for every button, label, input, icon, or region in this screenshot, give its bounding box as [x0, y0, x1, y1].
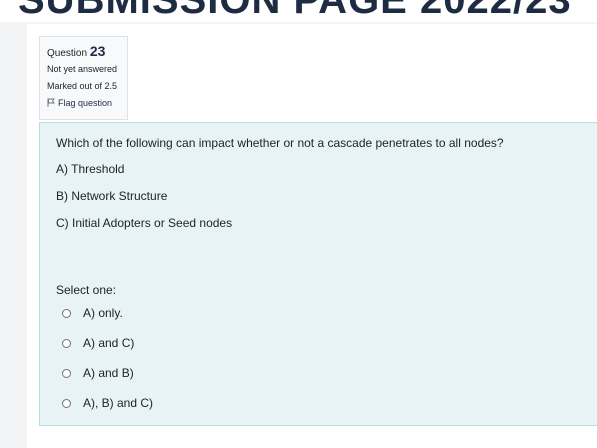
statement-a: A) Threshold: [56, 162, 125, 176]
answer-option-label: A) only.: [83, 306, 123, 320]
answer-option-label: A), B) and C): [83, 396, 154, 410]
radio-button[interactable]: [62, 398, 71, 408]
radio-button[interactable]: [62, 338, 71, 348]
answer-option-label: A) and C): [83, 336, 135, 350]
answer-option-3[interactable]: A) and B): [62, 364, 134, 382]
radio-button[interactable]: [62, 368, 71, 378]
select-one-label: Select one:: [56, 283, 117, 297]
flag-question-link[interactable]: Flag question: [47, 95, 127, 112]
answer-option-2[interactable]: A) and C): [62, 334, 134, 352]
question-content: Which of the following can impact whethe…: [39, 122, 597, 426]
statement-c: C) Initial Adopters or Seed nodes: [56, 216, 233, 230]
page-title: SUBMISSION PAGE 2022/23: [18, 0, 572, 22]
question-number: 23: [89, 43, 106, 59]
page-header: SUBMISSION PAGE 2022/23: [0, 0, 597, 22]
question-info-box: Question 23 Not yet answered Marked out …: [39, 36, 128, 120]
answer-option-label: A) and B): [83, 366, 134, 380]
question-prompt: Which of the following can impact whethe…: [56, 136, 504, 150]
question-status: Not yet answered: [47, 64, 118, 74]
answer-option-4[interactable]: A), B) and C): [62, 394, 153, 412]
question-label: Question: [47, 48, 88, 59]
statement-b: B) Network Structure: [56, 189, 168, 203]
flag-question-label: Flag question: [58, 98, 113, 108]
question-number-line: Question 23: [47, 43, 127, 61]
answer-option-1[interactable]: A) only.: [62, 304, 123, 322]
question-marks: Marked out of 2.5: [47, 81, 118, 91]
radio-button[interactable]: [62, 308, 71, 318]
flag-icon: [47, 98, 55, 107]
